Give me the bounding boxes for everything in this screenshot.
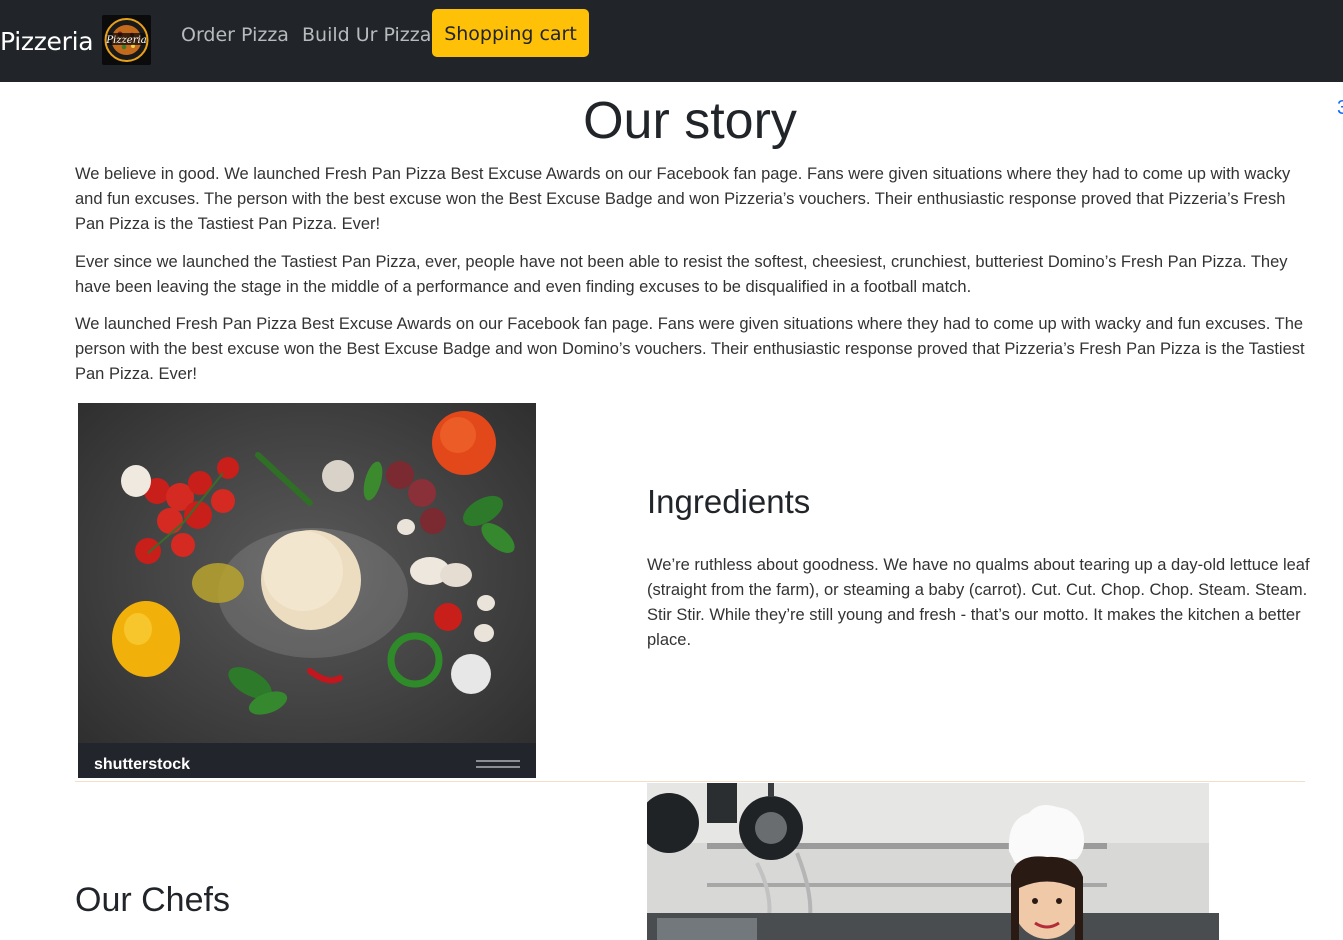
brand-name[interactable]: Pizzeria [0, 22, 94, 62]
chefs-title: Our Chefs [75, 881, 230, 919]
ingredients-text: We’re ruthless about goodness. We have n… [647, 556, 1310, 649]
story-paragraph-3: We launched Fresh Pan Pizza Best Excuse … [75, 315, 1305, 383]
pizzeria-logo[interactable]: Pizzeria [102, 15, 151, 65]
navbar: Pizzeria Pizzeria Order Pizza Build Ur P… [0, 0, 1343, 82]
shopping-cart-button[interactable]: Shopping cart [432, 9, 589, 57]
logo-text: Pizzeria [105, 35, 146, 46]
ingredients-photo: shutterstock [78, 403, 536, 778]
section-divider [75, 781, 1305, 782]
story-paragraph-1: We believe in good. We launched Fresh Pa… [75, 165, 1291, 233]
nav-link-order-pizza[interactable]: Order Pizza [181, 22, 289, 48]
ingredients-title: Ingredients [647, 483, 811, 520]
story-paragraph-2: Ever since we launched the Tastiest Pan … [75, 253, 1288, 296]
watermark-text: shutterstock [94, 756, 190, 773]
chef-photo [647, 783, 1219, 940]
story-title: Our story [583, 92, 797, 150]
nav-link-build-ur-pizza[interactable]: Build Ur Pizza [302, 22, 431, 48]
